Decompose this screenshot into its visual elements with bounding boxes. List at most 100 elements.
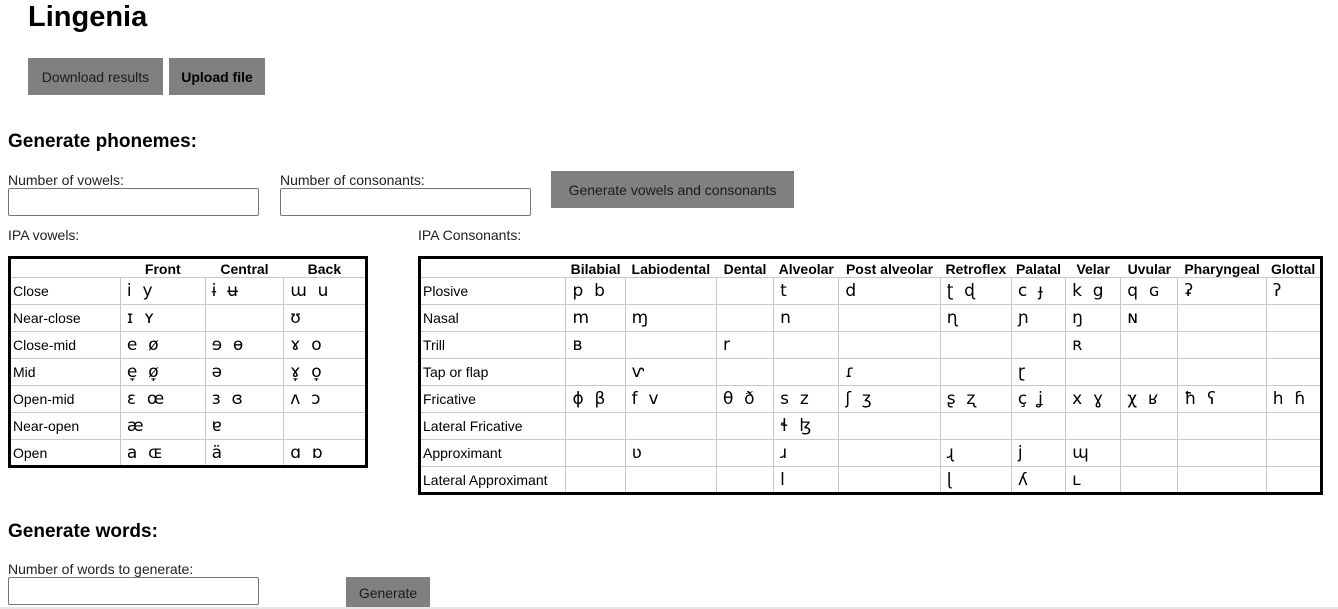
- consonants-count-input[interactable]: [280, 188, 531, 216]
- consonants-cell: [838, 412, 941, 440]
- consonants-row-label: Approximant: [418, 439, 567, 467]
- consonants-cell: [1177, 304, 1267, 332]
- download-results-button[interactable]: Download results: [28, 58, 163, 95]
- consonants-cell: c ɟ: [1010, 277, 1067, 305]
- consonants-cell: k g: [1065, 277, 1122, 305]
- generate-words-heading: Generate words:: [8, 521, 158, 542]
- words-count-label: Number of words to generate:: [8, 561, 194, 577]
- vowels-row-label: Close: [9, 277, 121, 305]
- consonants-column-header: Dental: [716, 257, 774, 278]
- consonants-cell: [1265, 358, 1323, 386]
- consonants-cell: h ɦ: [1265, 385, 1323, 413]
- ipa-vowels-label: IPA vowels:: [8, 227, 80, 243]
- consonants-row: Fricative ɸ βf vθ ðs zʃ ʒʂ ʐç ʝx ɣχ ʁħ ʕh…: [418, 385, 1323, 413]
- generate-words-button[interactable]: Generate: [346, 577, 430, 609]
- consonants-row: Plosive p b tdʈ ɖc ɟk gq ɢʡʔ: [418, 277, 1323, 305]
- consonants-row-label: Lateral Fricative: [418, 412, 567, 440]
- vowels-row-label: Open-mid: [9, 385, 121, 413]
- consonants-column-header: Glottal: [1266, 257, 1322, 278]
- consonants-cell: [773, 358, 840, 386]
- consonants-cell: ç ʝ: [1010, 385, 1067, 413]
- consonants-cell: s z: [773, 385, 840, 413]
- consonants-cell: ʔ: [1265, 277, 1323, 305]
- consonants-cell: [715, 277, 775, 305]
- consonants-cell: ɽ: [1010, 358, 1067, 386]
- consonants-cell: [1265, 331, 1323, 359]
- consonants-cell: ʎ: [1010, 466, 1067, 494]
- consonants-row-label: Tap or flap: [418, 358, 567, 386]
- vowels-header-row: Front Central Back: [9, 257, 367, 278]
- vowels-cell: ə: [204, 358, 285, 386]
- ipa-vowels-table: Front Central Back Close i yɨ ʉɯ u Near-close…: [8, 256, 368, 468]
- consonants-cell: [1120, 358, 1179, 386]
- consonants-cell: [1120, 331, 1179, 359]
- consonants-cell: ⱱ: [624, 358, 717, 386]
- consonants-header-corner: [419, 257, 566, 278]
- words-count-input[interactable]: [8, 577, 259, 605]
- consonants-cell: j: [1010, 439, 1067, 467]
- consonants-cell: χ ʁ: [1120, 385, 1179, 413]
- app-title: Lingenia: [28, 1, 148, 33]
- consonants-cell: [1177, 358, 1267, 386]
- generate-phonemes-heading: Generate phonemes:: [8, 131, 197, 152]
- consonants-row-label: Plosive: [418, 277, 567, 305]
- consonants-row-label: Fricative: [418, 385, 567, 413]
- consonants-row-label: Lateral Approximant: [418, 466, 567, 494]
- consonants-cell: [565, 439, 626, 467]
- vowels-count-label: Number of vowels:: [8, 172, 124, 188]
- consonants-cell: ʀ: [1065, 331, 1122, 359]
- consonants-column-header: Labiodental: [625, 257, 717, 278]
- consonants-row-label: Trill: [418, 331, 567, 359]
- vowels-row: Mid e̞ ø̞ ə ɤ̞ o̞: [9, 358, 367, 386]
- consonants-cell: [565, 466, 626, 494]
- vowels-column-header: Back: [283, 257, 367, 278]
- vowels-cell: ɤ̞ o̞: [283, 358, 367, 386]
- consonants-cell: [838, 304, 941, 332]
- consonants-cell: [1065, 412, 1122, 440]
- consonants-column-header: Retroflex: [940, 257, 1012, 278]
- vowels-row-label: Open: [9, 439, 121, 467]
- consonants-cell: q ɢ: [1120, 277, 1179, 305]
- consonants-cell: [1120, 466, 1179, 494]
- consonants-cell: [715, 412, 775, 440]
- consonants-cell: d: [838, 277, 941, 305]
- consonants-cell: ɰ: [1065, 439, 1122, 467]
- consonants-cell: [624, 412, 717, 440]
- consonants-cell: ʈ ɖ: [939, 277, 1012, 305]
- consonants-cell: ħ ʕ: [1177, 385, 1267, 413]
- consonants-cell: θ ð: [715, 385, 775, 413]
- consonants-cell: x ɣ: [1065, 385, 1122, 413]
- consonants-cell: ɲ: [1010, 304, 1067, 332]
- ipa-consonants-label: IPA Consonants:: [418, 227, 522, 243]
- consonants-cell: ɭ: [939, 466, 1012, 494]
- vowels-cell: e ø: [119, 331, 206, 359]
- consonants-cell: [1265, 466, 1323, 494]
- consonants-cell: [773, 331, 840, 359]
- vowels-count-input[interactable]: [8, 188, 259, 216]
- vowels-row-label: Near-open: [9, 412, 121, 440]
- consonants-cell: r: [715, 331, 775, 359]
- consonants-cell: [939, 358, 1012, 386]
- vowels-cell: ä: [204, 439, 285, 467]
- consonants-cell: [838, 466, 941, 494]
- vowels-cell: a ɶ: [119, 439, 206, 467]
- consonants-cell: [1177, 412, 1267, 440]
- vowels-row-label: Near-close: [9, 304, 121, 332]
- consonants-cell: [1120, 439, 1179, 467]
- consonants-cell: [715, 439, 775, 467]
- consonants-cell: ʙ: [565, 331, 626, 359]
- consonants-row: Lateral Fricative ɬ ɮ: [418, 412, 1323, 440]
- vowels-cell: ʊ: [283, 304, 367, 332]
- upload-file-button[interactable]: Upload file: [169, 58, 265, 95]
- generate-phonemes-button[interactable]: Generate vowels and consonants: [551, 171, 794, 208]
- vowels-cell: ɪ ʏ: [119, 304, 206, 332]
- vowels-cell: [283, 412, 367, 440]
- ipa-consonants-table: Bilabial Labiodental Dental Alveolar Post al…: [418, 256, 1323, 495]
- consonants-cell: [715, 358, 775, 386]
- vowels-column-header: Central: [205, 257, 284, 278]
- vowels-cell: e̞ ø̞: [119, 358, 206, 386]
- consonants-cell: l: [773, 466, 840, 494]
- consonants-cell: p b: [565, 277, 626, 305]
- vowels-row-label: Mid: [9, 358, 121, 386]
- consonants-row: Lateral Approximant l ɭ ʎ ʟ: [418, 466, 1323, 494]
